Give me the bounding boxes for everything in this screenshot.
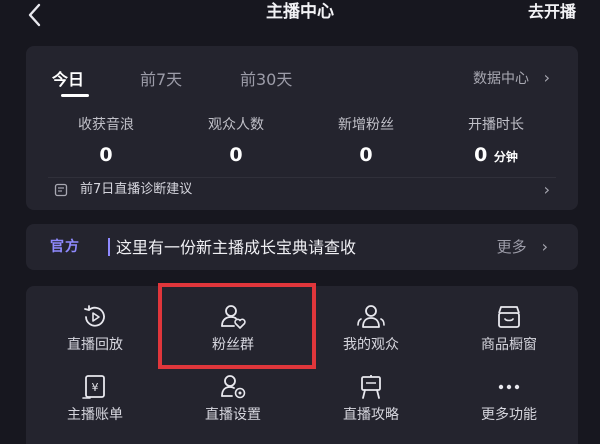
chevron-right-icon: ›: [533, 68, 550, 87]
chevron-right-icon[interactable]: ›: [544, 180, 550, 199]
tab-today[interactable]: 今日: [52, 66, 84, 90]
tool-my-audience[interactable]: 我的观众: [302, 302, 440, 354]
data-center-label: 数据中心: [472, 71, 529, 87]
more-link[interactable]: 更多 ›: [497, 236, 548, 257]
tab-30-days[interactable]: 前30天: [240, 66, 292, 90]
active-tab-indicator: [61, 94, 89, 97]
tool-label: 直播攻略: [343, 407, 399, 423]
tool-label: 商品橱窗: [481, 337, 537, 353]
stat-value: 0: [359, 144, 373, 166]
official-message: 这里有一份新主播成长宝典请查收: [116, 238, 357, 257]
tool-label: 直播回放: [67, 337, 123, 353]
highlight-box: [158, 283, 316, 369]
official-badge: 官方: [50, 239, 80, 255]
tool-more-functions[interactable]: 更多功能: [440, 372, 578, 424]
stats-card: 今日 前7天 前30天 数据中心 › 收获音浪 0 观众人数 0 新增粉丝 0 …: [26, 46, 578, 210]
stat-label: 新增粉丝: [338, 117, 394, 133]
stat-label: 收获音浪: [78, 117, 134, 133]
tool-label: 更多功能: [481, 407, 537, 423]
shop-window-icon: [498, 306, 520, 328]
data-center-link[interactable]: 数据中心 ›: [473, 68, 550, 88]
svg-text:¥: ¥: [92, 381, 99, 394]
guide-icon: [361, 375, 381, 399]
stat-label: 开播时长: [468, 117, 524, 133]
chevron-right-icon: ›: [531, 237, 548, 256]
replay-icon: [84, 305, 105, 327]
stat-value: 0: [229, 144, 243, 166]
stat-income: 收获音浪 0: [37, 116, 175, 166]
page-title: 主播中心: [266, 2, 334, 22]
official-banner[interactable]: 官方 这里有一份新主播成长宝典请查收 更多 ›: [26, 224, 578, 270]
tool-live-guide[interactable]: 直播攻略: [302, 372, 440, 424]
tool-live-replay[interactable]: 直播回放: [26, 302, 164, 354]
stat-viewers: 观众人数 0: [167, 116, 305, 166]
tool-label: 主播账单: [67, 407, 123, 423]
tab-7-days[interactable]: 前7天: [140, 66, 182, 90]
document-icon: [54, 183, 68, 197]
tool-label: 我的观众: [343, 337, 399, 353]
bill-icon: ¥: [82, 375, 105, 399]
stat-new-fans: 新增粉丝 0: [297, 116, 435, 166]
live-settings-icon: [221, 375, 246, 399]
audience-icon: [357, 305, 385, 328]
tool-host-bill[interactable]: ¥ 主播账单: [26, 372, 164, 424]
tool-live-settings[interactable]: 直播设置: [164, 372, 302, 424]
more-label: 更多: [496, 238, 527, 256]
stat-live-duration: 开播时长 0 分钟: [427, 116, 565, 168]
divider: [108, 238, 110, 256]
stat-value: 0: [99, 144, 113, 166]
tool-label: 直播设置: [205, 407, 261, 423]
stat-unit: 分钟: [493, 150, 518, 164]
stat-value: 0 分钟: [474, 144, 518, 166]
divider: [48, 177, 556, 178]
diagnosis-link[interactable]: 前7日直播诊断建议: [80, 181, 192, 199]
go-live-button[interactable]: 去开播: [528, 0, 576, 24]
stat-label: 观众人数: [208, 117, 264, 133]
more-functions-icon: [498, 384, 520, 390]
tool-shop-window[interactable]: 商品橱窗: [440, 302, 578, 354]
